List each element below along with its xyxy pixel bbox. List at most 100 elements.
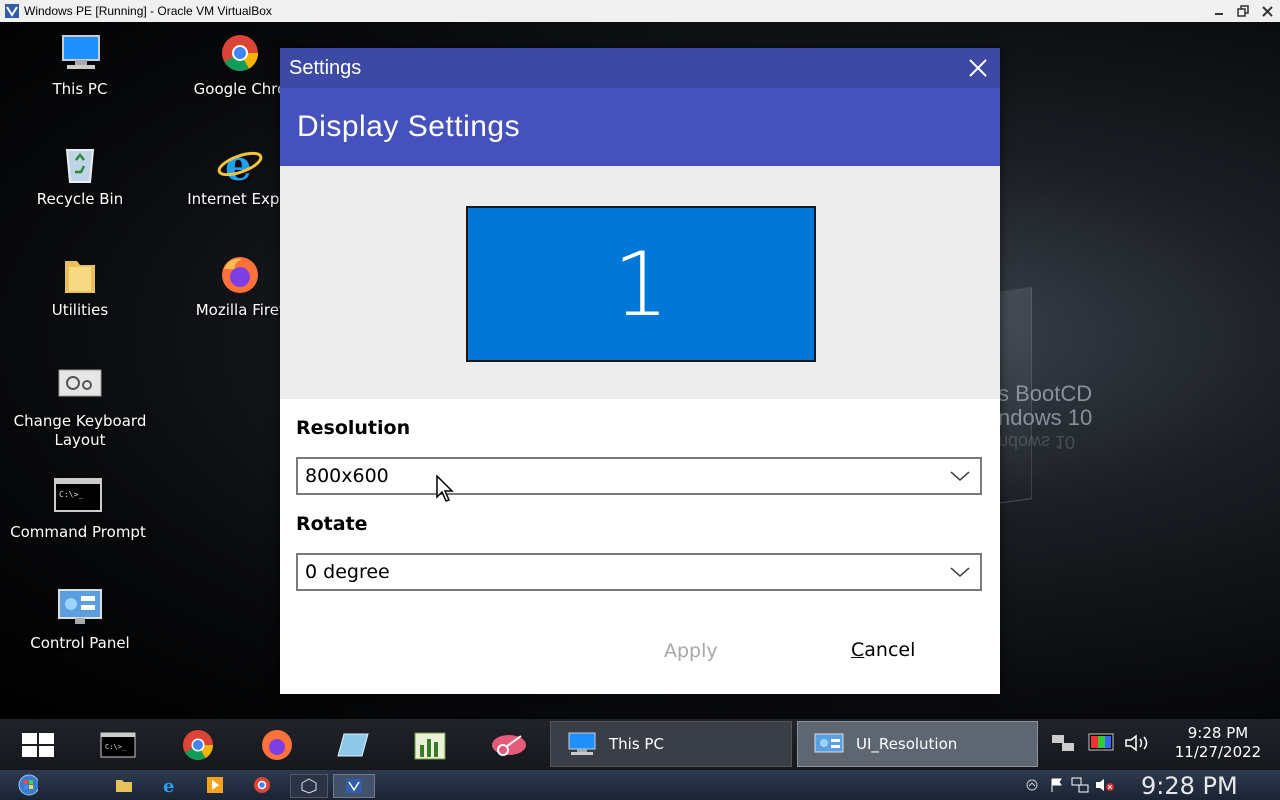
host-start-button[interactable]	[18, 774, 38, 796]
desktop-icon-this-pc[interactable]: This PC	[5, 32, 155, 99]
cancel-mnemonic: C	[851, 639, 865, 661]
chevron-down-icon	[940, 466, 980, 486]
control-panel-icon	[58, 589, 102, 624]
volume-icon	[1125, 733, 1148, 752]
taskbar-pin-chart-tool[interactable]	[410, 725, 450, 765]
chrome-icon	[254, 777, 270, 793]
dialog-titlebar: Settings	[280, 48, 1000, 88]
svg-text:C:\>_: C:\>_	[105, 743, 127, 751]
internet-explorer-icon: e	[217, 141, 263, 190]
resolution-value: 800x600	[305, 465, 389, 487]
desktop-icon-label: Utilities	[51, 301, 109, 319]
close-icon	[1261, 5, 1273, 17]
host-bottombar: e 9:28 PM	[0, 770, 1280, 800]
display-settings-icon	[814, 733, 844, 753]
start-button[interactable]	[18, 725, 58, 765]
snipping-tool-icon	[492, 735, 526, 756]
host-tray-expand[interactable]	[1022, 775, 1042, 795]
network-icon	[1052, 734, 1074, 751]
cancel-button[interactable]: Cancel	[851, 639, 915, 661]
desktop-icon-label: Command Prompt	[10, 523, 146, 541]
clock-time: 9:28 PM	[1187, 724, 1249, 742]
taskbar-pin-firefox[interactable]	[257, 725, 297, 765]
host-task-virtualbox-vm[interactable]	[333, 774, 375, 798]
taskbar-pin-chrome[interactable]	[178, 725, 218, 765]
close-icon	[969, 59, 987, 77]
tray-volume[interactable]	[1124, 733, 1152, 757]
monitor-preview-area: 1	[280, 166, 1000, 399]
wallpaper-text-reflection: ndows 10	[998, 432, 1076, 452]
minimize-button[interactable]	[1208, 2, 1230, 20]
monitor-1-tile[interactable]: 1	[466, 206, 816, 362]
host-pin-internet-explorer[interactable]: e	[160, 775, 180, 795]
wallpaper-brand-text: s BootCD ndows 10 ndows 10	[998, 382, 1092, 454]
taskbar-pin-snipping-tool[interactable]	[489, 725, 529, 765]
guest-taskbar: C:\>_ This PC UI_Resolution 9:28 PM 11/2…	[0, 719, 1280, 770]
virtualbox-icon	[346, 779, 362, 793]
dialog-close-button[interactable]	[956, 48, 1000, 88]
chart-tool-icon	[414, 732, 446, 760]
desktop-icon-utilities[interactable]: Utilities	[5, 253, 155, 320]
dialog-title: Settings	[289, 56, 362, 79]
taskbar-clock[interactable]: 9:28 PM 11/27/2022	[1158, 724, 1278, 762]
taskbar-task-label: This PC	[609, 735, 664, 753]
tray-display[interactable]	[1088, 733, 1114, 757]
taskbar-task-this-pc[interactable]: This PC	[550, 721, 792, 767]
host-pin-media-player[interactable]	[205, 775, 225, 795]
taskbar-pin-command-prompt[interactable]: C:\>_	[98, 725, 138, 765]
wallpaper-text-line1: s BootCD	[998, 381, 1093, 406]
desktop-icon-label: Change Keyboard Layout	[13, 412, 147, 449]
dialog-header: Display Settings	[280, 88, 1000, 166]
internet-explorer-icon: e	[163, 776, 174, 795]
wallpaper-text-line2: ndows 10	[998, 405, 1093, 430]
taskbar-pin-disk-tool[interactable]	[334, 725, 374, 765]
taskbar-task-ui-resolution[interactable]: UI_Resolution	[797, 721, 1038, 767]
desktop-icon-label: Control Panel	[30, 634, 130, 652]
apply-button[interactable]: Apply	[664, 640, 718, 662]
firefox-icon	[262, 730, 292, 760]
resolution-dropdown[interactable]: 800x600	[296, 457, 982, 495]
desktop-icon-label: This PC	[52, 80, 108, 98]
host-task-virtualbox-manager[interactable]	[290, 774, 328, 798]
chevron-up-icon	[1026, 779, 1038, 791]
host-clock[interactable]: 9:28 PM	[1141, 772, 1238, 800]
close-button[interactable]	[1256, 2, 1278, 20]
host-pin-explorer[interactable]	[114, 775, 134, 795]
windows-start-icon	[22, 733, 54, 757]
svg-text:e: e	[225, 142, 252, 186]
firefox-icon	[222, 257, 258, 293]
folder-icon	[65, 261, 95, 293]
recycle-bin-icon	[65, 149, 95, 183]
clock-date: 11/27/2022	[1174, 743, 1262, 761]
restore-button[interactable]	[1232, 2, 1254, 20]
display-color-icon	[1088, 733, 1114, 750]
settings-dialog: Settings Display Settings 1 Resolution 8…	[280, 48, 1000, 694]
flag-icon	[1051, 778, 1062, 792]
rotate-dropdown[interactable]: 0 degree	[296, 553, 982, 591]
desktop-icon-recycle-bin[interactable]: Recycle Bin	[5, 142, 155, 209]
minimize-icon	[1215, 13, 1223, 15]
resolution-label: Resolution	[296, 417, 411, 439]
rotate-value: 0 degree	[305, 561, 390, 583]
tray-network[interactable]	[1050, 733, 1076, 757]
host-pin-chrome[interactable]	[252, 775, 272, 795]
chevron-down-icon	[940, 562, 980, 582]
this-pc-icon	[568, 732, 596, 755]
desktop-icon-label: Recycle Bin	[36, 190, 124, 208]
host-tray-network[interactable]	[1070, 775, 1090, 795]
host-tray-volume-muted[interactable]	[1095, 775, 1115, 795]
restore-icon	[1237, 5, 1249, 17]
chrome-icon	[183, 730, 213, 761]
desktop-icon-control-panel[interactable]: Control Panel	[5, 586, 155, 653]
display-settings-form: Resolution 800x600 Rotate 0 degree Apply…	[280, 399, 1000, 694]
virtualbox-cube-icon	[301, 778, 317, 794]
taskbar-task-label: UI_Resolution	[856, 735, 958, 753]
host-tray-action-center[interactable]	[1047, 775, 1067, 795]
cancel-label-rest: ancel	[864, 639, 916, 661]
desktop-icon-command-prompt[interactable]: C:\>_ Command Prompt	[3, 475, 153, 542]
media-player-icon	[207, 777, 223, 793]
desktop-icon-change-keyboard-layout[interactable]: Change Keyboard Layout	[5, 364, 155, 450]
disk-tool-icon	[337, 733, 369, 757]
rotate-label: Rotate	[296, 513, 368, 535]
host-titlebar: Windows PE [Running] - Oracle VM Virtual…	[0, 0, 1280, 23]
